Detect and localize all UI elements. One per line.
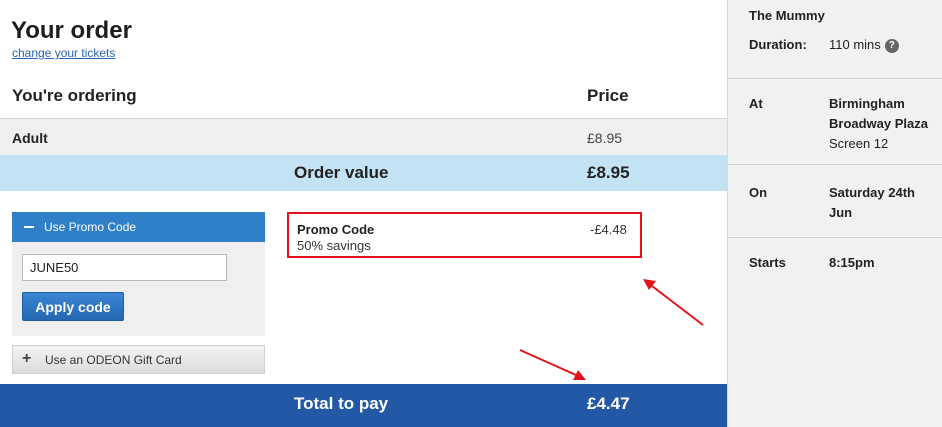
duration-value: 110 mins <box>829 37 881 52</box>
apply-code-button[interactable]: Apply code <box>22 292 124 321</box>
order-value-label: Order value <box>294 163 389 182</box>
film-title: The Mummy <box>749 8 825 23</box>
location-label: At <box>749 96 763 111</box>
help-icon[interactable]: ? <box>884 39 899 53</box>
date-line2: Jun <box>829 205 853 220</box>
minus-icon <box>24 226 34 228</box>
date-label: On <box>749 185 768 200</box>
total-to-pay-bar: Total to pay £4.47 <box>0 384 727 427</box>
plus-icon: + <box>22 350 32 367</box>
order-value-amount: £8.95 <box>587 163 630 182</box>
promo-code-input[interactable] <box>22 254 227 281</box>
ticket-type-label: Adult <box>12 130 48 146</box>
promo-toggle-label: Use Promo Code <box>44 220 137 234</box>
order-main: Your order change your tickets You're or… <box>0 0 727 427</box>
applied-promo-savings: 50% savings <box>297 238 371 253</box>
promo-code-toggle[interactable]: Use Promo Code <box>12 212 265 242</box>
arrow-to-promo <box>643 279 704 326</box>
applied-promo-highlight: Promo Code 50% savings -£4.48 <box>287 212 642 258</box>
date-line1: Saturday 24th <box>829 185 915 200</box>
screen-number: Screen 12 <box>829 136 889 151</box>
applied-promo-amount: -£4.48 <box>590 222 627 237</box>
column-header-ordering: You're ordering <box>12 86 137 105</box>
booking-summary-sidebar: The Mummy Duration: 110 mins? At Birming… <box>727 0 942 427</box>
order-value-row: Order value £8.95 <box>0 155 727 191</box>
gift-card-label: Use an ODEON Gift Card <box>45 353 182 367</box>
start-time: 8:15pm <box>829 255 875 270</box>
gift-card-toggle[interactable]: + Use an ODEON Gift Card <box>12 345 265 374</box>
starts-label: Starts <box>749 255 786 270</box>
applied-promo-name: Promo Code <box>297 222 375 237</box>
duration-value-group: 110 mins? <box>829 35 899 55</box>
cinema-name-line2: Broadway Plaza <box>829 116 928 131</box>
column-header-price: Price <box>587 86 629 105</box>
cinema-name-line1: Birmingham <box>829 96 905 111</box>
promo-code-panel: Use Promo Code Apply code <box>12 212 265 336</box>
divider <box>728 164 942 165</box>
total-amount: £4.47 <box>587 394 630 413</box>
duration-label: Duration: <box>749 37 807 52</box>
divider <box>728 237 942 238</box>
total-label: Total to pay <box>294 394 389 413</box>
page-title: Your order <box>11 17 132 44</box>
divider <box>728 78 942 79</box>
table-row: Adult £8.95 <box>0 118 727 155</box>
ticket-price: £8.95 <box>587 130 623 146</box>
change-tickets-link[interactable]: change your tickets <box>12 46 115 60</box>
arrow-to-total <box>519 349 586 380</box>
